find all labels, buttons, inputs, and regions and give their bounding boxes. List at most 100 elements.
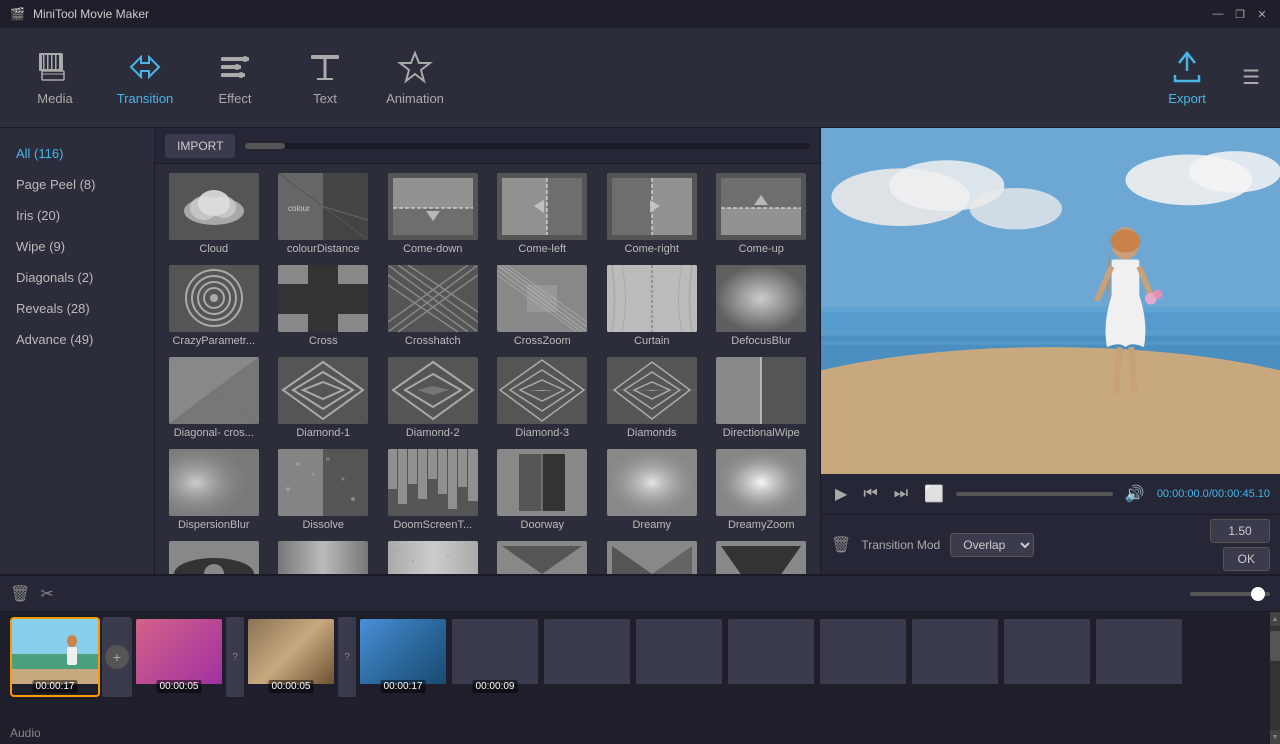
transition-doorway[interactable]: Doorway <box>489 445 597 535</box>
toolbar-animation[interactable]: Animation <box>370 38 460 118</box>
transition-fadecolor[interactable]: FadeColor <box>270 537 378 574</box>
timeline-delete-button[interactable]: 🗑 <box>10 584 30 604</box>
clip-thumb-7 <box>636 619 722 684</box>
transition-fan-out[interactable]: Fan out <box>598 537 706 574</box>
video-clip-12[interactable] <box>1094 617 1184 697</box>
transition-defocusblur[interactable]: DefocusBlur <box>708 261 816 351</box>
sidebar-item-page-peel[interactable]: Page Peel (8) <box>0 169 154 200</box>
transition-diamond-2[interactable]: Diamond-2 <box>379 353 487 443</box>
minimize-button[interactable]: — <box>1210 6 1226 22</box>
transition-dreamyzoom[interactable]: DreamyZoom <box>708 445 816 535</box>
rewind-button[interactable]: ⏮ <box>859 483 881 505</box>
transition-thumb-diamond-3 <box>497 357 587 424</box>
transition-directionalwipe[interactable]: DirectionalWipe <box>708 353 816 443</box>
video-clip-10[interactable] <box>910 617 1000 697</box>
ok-button[interactable]: OK <box>1223 547 1270 571</box>
video-clip-3[interactable]: 00:00:05 <box>246 617 336 697</box>
preview-scene <box>821 128 1280 474</box>
transition-colourdistance[interactable]: colour colourDistance <box>270 169 378 259</box>
transition-cross[interactable]: Cross <box>270 261 378 351</box>
toolbar-media[interactable]: Media <box>10 38 100 118</box>
transition-filled-v-down[interactable]: Filled-V-Down <box>708 537 816 574</box>
toolbar-export[interactable]: Export <box>1142 38 1232 118</box>
clip-thumb-6 <box>544 619 630 684</box>
timeline-transition-2[interactable]: ? <box>226 617 244 697</box>
title-bar-controls[interactable]: — ❐ ✕ <box>1210 6 1270 22</box>
transition-come-up[interactable]: Come-up <box>708 169 816 259</box>
transition-diamond-1[interactable]: Diamond-1 <box>270 353 378 443</box>
video-clip-5[interactable]: 00:00:09 <box>450 617 540 697</box>
progress-bar[interactable] <box>956 492 1113 496</box>
video-clip-6[interactable] <box>542 617 632 697</box>
export-label: Export <box>1168 91 1206 106</box>
transition-crosszoom[interactable]: CrossZoom <box>489 261 597 351</box>
video-clip-7[interactable] <box>634 617 724 697</box>
transition-crazyparametr[interactable]: CrazyParametr... <box>160 261 268 351</box>
timeline-transition-1[interactable]: + <box>102 617 132 697</box>
zoom-thumb[interactable] <box>1251 587 1265 601</box>
transition-fan-in[interactable]: Fan in <box>489 537 597 574</box>
transition-come-right[interactable]: Come-right <box>598 169 706 259</box>
delete-transition-button[interactable]: 🗑 <box>831 535 851 555</box>
video-clip-4[interactable]: 00:00:17 <box>358 617 448 697</box>
maximize-button[interactable]: ❐ <box>1232 6 1248 22</box>
transition-thumb-fadecolor <box>278 541 368 574</box>
toolbar-transition[interactable]: Transition <box>100 38 190 118</box>
transition-mode-select[interactable]: Overlap Cut Dissolve <box>950 533 1034 557</box>
menu-button[interactable]: ☰ <box>1232 55 1270 100</box>
transition-cloud[interactable]: Cloud <box>160 169 268 259</box>
play-button[interactable]: ▶ <box>831 482 851 506</box>
sidebar-item-iris[interactable]: Iris (20) <box>0 200 154 231</box>
vscroll-up-button[interactable]: ▲ <box>1270 612 1280 626</box>
transition-eye[interactable]: Eye <box>160 537 268 574</box>
transition-dispersionblur[interactable]: DispersionBlur <box>160 445 268 535</box>
duration-input[interactable] <box>1210 519 1270 543</box>
transition-fadegrayscale[interactable]: FadeGrayscale <box>379 537 487 574</box>
sidebar-item-advance[interactable]: Advance (49) <box>0 324 154 355</box>
video-clip-9[interactable] <box>818 617 908 697</box>
fullscreen-button[interactable]: ⬜ <box>920 482 948 506</box>
forward-button[interactable]: ⏭ <box>890 483 912 505</box>
preview-video <box>821 128 1280 474</box>
transition-curtain[interactable]: Curtain <box>598 261 706 351</box>
vscroll-thumb[interactable] <box>1270 631 1280 661</box>
transition-thumb-eye <box>169 541 259 574</box>
transition-doomscreent[interactable]: DoomScreenT... <box>379 445 487 535</box>
transition-dissolve[interactable]: Dissolve <box>270 445 378 535</box>
transition-thumb-filled-v-down <box>716 541 806 574</box>
transition-crosshatch[interactable]: Crosshatch <box>379 261 487 351</box>
sidebar-item-diagonals[interactable]: Diagonals (2) <box>0 262 154 293</box>
video-clip-11[interactable] <box>1002 617 1092 697</box>
toolbar-text[interactable]: Text <box>280 38 370 118</box>
timeline-transition-3[interactable]: ? <box>338 617 356 697</box>
transition-dreamy[interactable]: Dreamy <box>598 445 706 535</box>
video-clip-1[interactable]: 00:00:17 <box>10 617 100 697</box>
transition-label-curtain: Curtain <box>634 335 669 347</box>
transition-diagonal-cross[interactable]: Diagonal- cros... <box>160 353 268 443</box>
sidebar-item-wipe[interactable]: Wipe (9) <box>0 231 154 262</box>
transition-thumb-come-down <box>388 173 478 240</box>
transition-come-down[interactable]: Come-down <box>379 169 487 259</box>
preview-panel: ▶ ⏮ ⏭ ⬜ 🔊 00:00:00.0/00:00:45.10 🗑 Trans… <box>820 128 1280 574</box>
toolbar-effect[interactable]: Effect <box>190 38 280 118</box>
video-clip-8[interactable] <box>726 617 816 697</box>
volume-button[interactable]: 🔊 <box>1121 482 1149 506</box>
transition-label-diamond-2: Diamond-2 <box>406 427 460 439</box>
scroll-track <box>245 143 810 149</box>
close-button[interactable]: ✕ <box>1254 6 1270 22</box>
scroll-thumb[interactable] <box>245 143 285 149</box>
transition-diamonds[interactable]: Diamonds <box>598 353 706 443</box>
content-panel: IMPORT Cloud <box>155 128 820 574</box>
video-clip-2[interactable]: 00:00:05 <box>134 617 224 697</box>
transition-thumb-diamond-2 <box>388 357 478 424</box>
sidebar-item-all[interactable]: All (116) <box>0 138 154 169</box>
timeline-scissors-button[interactable]: ✂ <box>40 584 53 604</box>
time-total: 00:00:45.10 <box>1212 488 1270 500</box>
transition-diamond-3[interactable]: Diamond-3 <box>489 353 597 443</box>
sidebar-item-reveals[interactable]: Reveals (28) <box>0 293 154 324</box>
vscroll-down-button[interactable]: ▼ <box>1270 730 1280 744</box>
transition-come-left[interactable]: Come-left <box>489 169 597 259</box>
transition-label-come-left: Come-left <box>518 243 566 255</box>
time-display: 00:00:00.0/00:00:45.10 <box>1157 488 1270 500</box>
import-button[interactable]: IMPORT <box>165 134 235 158</box>
